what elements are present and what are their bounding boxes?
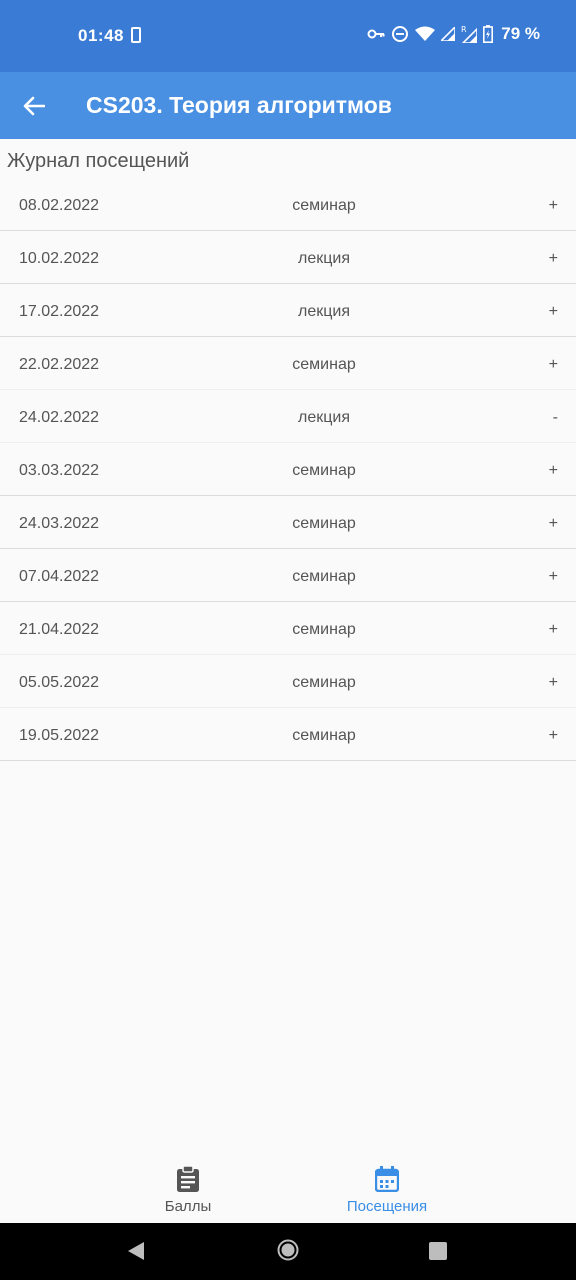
attendance-date: 10.02.2022 <box>19 250 100 267</box>
attendance-mark: + <box>548 727 558 744</box>
attendance-date: 22.02.2022 <box>19 356 100 373</box>
attendance-date: 07.04.2022 <box>19 568 100 585</box>
attendance-mark: + <box>548 515 558 532</box>
attendance-date: 05.05.2022 <box>19 674 100 691</box>
back-triangle-icon[interactable] <box>126 1240 146 1262</box>
list-item: 21.04.2022 семинар + <box>0 602 576 655</box>
battery-charging-icon <box>483 25 494 43</box>
attendance-mark: + <box>548 674 558 691</box>
attendance-date: 21.04.2022 <box>19 621 100 638</box>
back-button[interactable] <box>14 86 54 126</box>
attendance-mark: + <box>548 303 558 320</box>
tab-scores-label: Баллы <box>164 1198 212 1215</box>
list-item: 24.03.2022 семинар + <box>0 496 576 549</box>
wifi-icon <box>415 26 436 41</box>
tab-scores[interactable]: Баллы <box>88 1156 288 1223</box>
home-circle-icon[interactable] <box>277 1239 299 1261</box>
attendance-mark: + <box>548 568 558 585</box>
list-item: 10.02.2022 лекция + <box>0 231 576 284</box>
list-item: 19.05.2022 семинар + <box>0 708 576 761</box>
app-root: 01:48 R 79 % CS203. Теория алгоритмов Жу… <box>0 0 576 1280</box>
list-item: 17.02.2022 лекция + <box>0 284 576 337</box>
signal-icon <box>441 27 456 41</box>
list-item: 08.02.2022 семинар + <box>0 178 576 231</box>
attendance-type: лекция <box>298 409 350 426</box>
list-item: 22.02.2022 семинар + <box>0 337 576 390</box>
attendance-type: лекция <box>298 250 350 267</box>
svg-text:R: R <box>461 25 467 34</box>
attendance-date: 19.05.2022 <box>19 727 100 744</box>
attendance-date: 24.02.2022 <box>19 409 100 426</box>
attendance-mark: - <box>552 409 558 426</box>
attendance-type: лекция <box>298 303 350 320</box>
list-item: 03.03.2022 семинар + <box>0 443 576 496</box>
attendance-type: семинар <box>292 727 356 744</box>
list-item: 24.02.2022 лекция - <box>0 390 576 443</box>
attendance-list: 08.02.2022 семинар + 10.02.2022 лекция +… <box>0 178 576 761</box>
list-item: 07.04.2022 семинар + <box>0 549 576 602</box>
attendance-mark: + <box>548 197 558 214</box>
arrow-back-icon <box>23 96 45 116</box>
attendance-date: 24.03.2022 <box>19 515 100 532</box>
status-bar: 01:48 R 79 % <box>0 0 576 72</box>
app-bar: CS203. Теория алгоритмов <box>0 72 576 139</box>
battery-percent: 79 % <box>501 24 540 43</box>
attendance-date: 08.02.2022 <box>19 197 100 214</box>
calendar-icon <box>375 1166 399 1192</box>
attendance-type: семинар <box>292 515 356 532</box>
status-icons: R 79 % <box>367 24 540 44</box>
section-title: Журнал посещений <box>7 150 190 172</box>
attendance-date: 17.02.2022 <box>19 303 100 320</box>
bottom-navigation: Баллы Посещения <box>0 1156 576 1223</box>
tab-attendance-label: Посещения <box>346 1198 428 1215</box>
dnd-icon <box>392 26 409 42</box>
status-time: 01:48 <box>78 26 124 45</box>
attendance-type: семинар <box>292 356 356 373</box>
attendance-type: семинар <box>292 197 356 214</box>
attendance-mark: + <box>548 356 558 373</box>
attendance-date: 03.03.2022 <box>19 462 100 479</box>
attendance-mark: + <box>548 250 558 267</box>
vpn-key-icon <box>367 29 385 39</box>
list-item: 05.05.2022 семинар + <box>0 655 576 708</box>
clipboard-icon <box>177 1166 199 1192</box>
phone-icon <box>131 27 141 43</box>
attendance-mark: + <box>548 462 558 479</box>
attendance-type: семинар <box>292 462 356 479</box>
attendance-type: семинар <box>292 621 356 638</box>
recents-square-icon[interactable] <box>429 1242 447 1260</box>
attendance-type: семинар <box>292 674 356 691</box>
attendance-type: семинар <box>292 568 356 585</box>
page-title: CS203. Теория алгоритмов <box>86 92 392 118</box>
tab-attendance[interactable]: Посещения <box>287 1156 487 1223</box>
system-navigation-bar <box>0 1223 576 1280</box>
signal-roaming-icon: R <box>461 25 478 43</box>
attendance-mark: + <box>548 621 558 638</box>
